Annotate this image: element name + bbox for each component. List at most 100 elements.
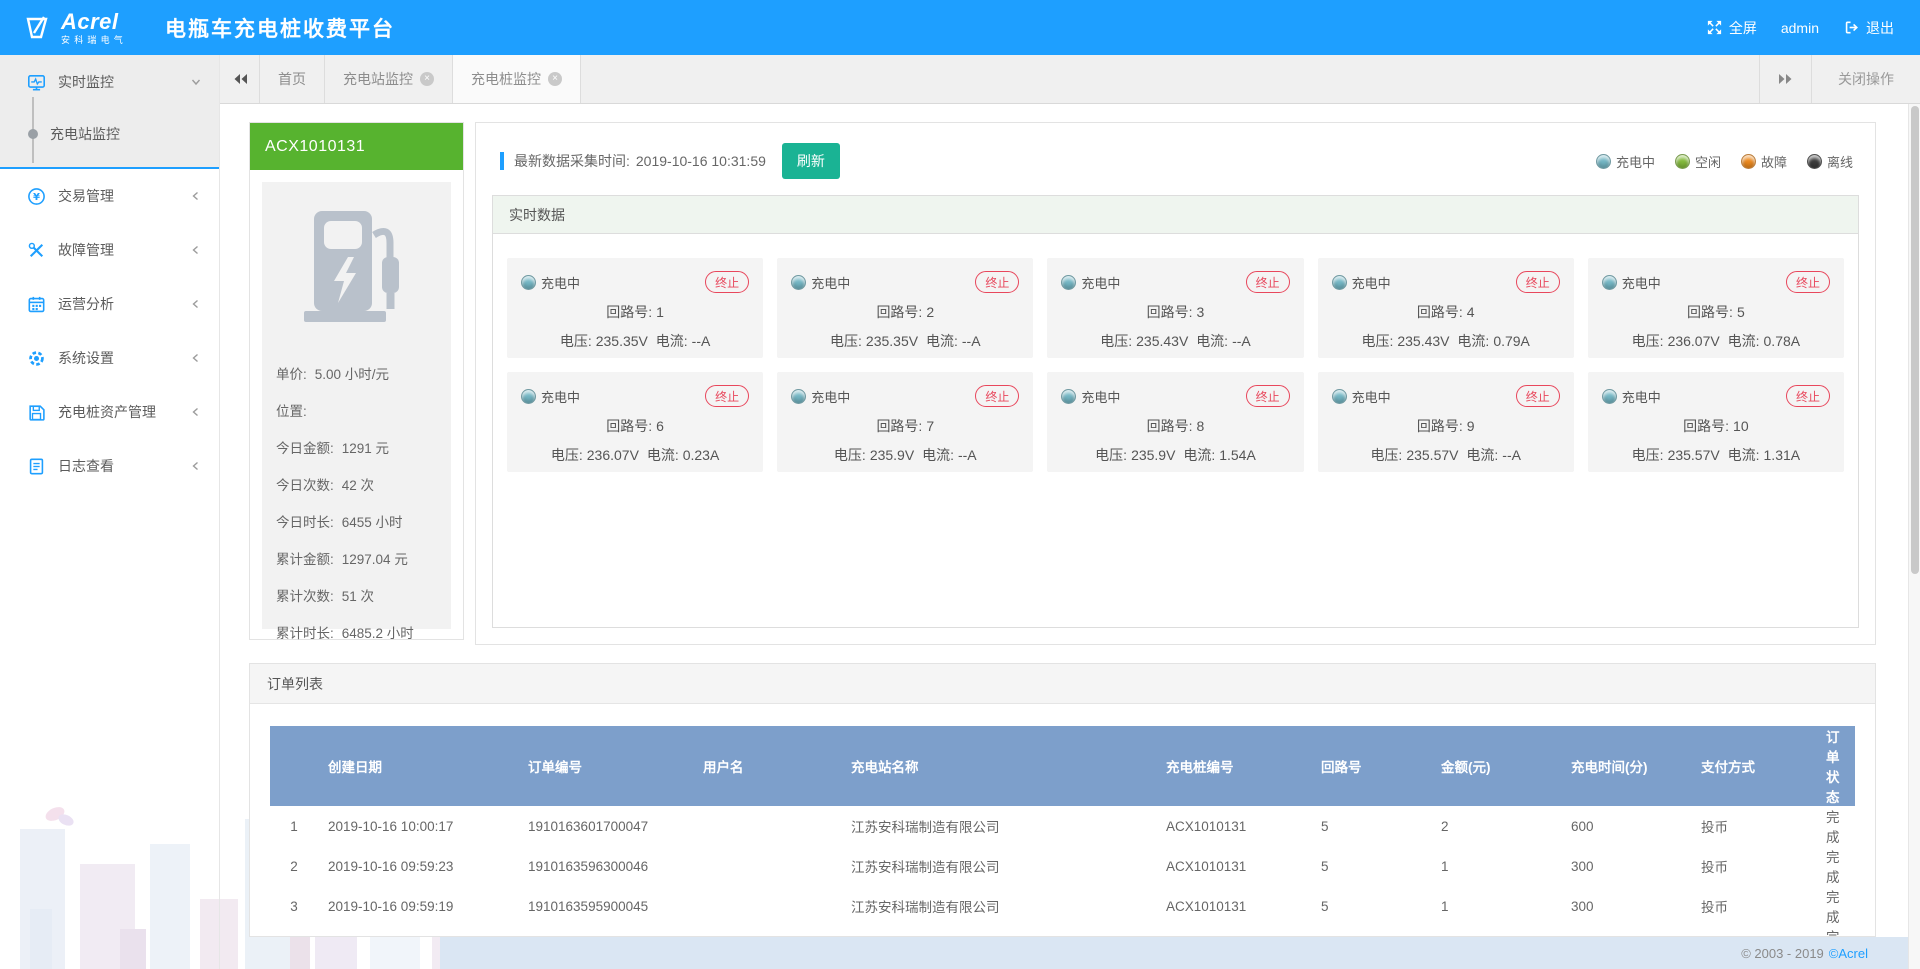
gear-icon xyxy=(26,348,46,368)
column-header: 支付方式 xyxy=(1691,726,1816,806)
cell-status: 完成 xyxy=(1816,886,1855,926)
cell-pile-id: ACX1010131 xyxy=(1156,926,1311,937)
refresh-time-value: 2019-10-16 10:31:59 xyxy=(636,153,766,169)
sidebar-subitem-station-monitor[interactable]: 充电站监控 xyxy=(0,109,219,159)
channel-status-label: 充电中 xyxy=(1352,387,1391,406)
channel-status-label: 充电中 xyxy=(541,387,580,406)
cell-status: 完成 xyxy=(1816,806,1855,846)
circuit-label: 回路号: xyxy=(606,304,652,320)
chevron-down-icon xyxy=(189,75,203,89)
circuit-label: 回路号: xyxy=(1687,304,1733,320)
stat-label: 累计时长: xyxy=(276,622,334,642)
charging-pile-icon xyxy=(298,207,416,333)
tab-label: 充电桩监控 xyxy=(471,69,541,89)
terminate-button[interactable]: 终止 xyxy=(705,271,749,293)
brand-link[interactable]: ©Acrel xyxy=(1829,946,1868,961)
refresh-button[interactable]: 刷新 xyxy=(782,143,840,179)
current-label: 电流: xyxy=(922,447,954,463)
cell-duration: 300 xyxy=(1561,846,1691,886)
voltage-value: 235.9V xyxy=(1131,447,1175,463)
terminate-button[interactable]: 终止 xyxy=(1786,385,1830,407)
table-row: 2 2019-10-16 09:59:23 1910163596300046 江… xyxy=(270,846,1855,886)
circuit-label: 回路号: xyxy=(606,418,652,434)
cell-create-date: 2019-10-16 09:59:14 xyxy=(318,926,518,937)
sidebar-item-logs[interactable]: 日志查看 xyxy=(0,439,219,493)
stat-label: 今日次数: xyxy=(276,474,334,494)
column-header: 充电桩编号 xyxy=(1156,726,1311,806)
circuit-number: 7 xyxy=(926,418,934,434)
cell-pile-id: ACX1010131 xyxy=(1156,806,1311,846)
voltage-label: 电压: xyxy=(834,447,866,463)
terminate-button[interactable]: 终止 xyxy=(705,385,749,407)
scrollbar-thumb[interactable] xyxy=(1911,106,1919,574)
username-menu[interactable]: admin xyxy=(1781,20,1819,36)
current-label: 电流: xyxy=(656,333,688,349)
tab-close-icon[interactable]: × xyxy=(548,72,562,86)
charging-status-icon xyxy=(1332,275,1347,290)
tabs-scroll-left-button[interactable] xyxy=(220,55,260,103)
cell-circuit: 5 xyxy=(1311,806,1431,846)
username-label: admin xyxy=(1781,20,1819,36)
cell-username xyxy=(693,806,841,846)
current-value: 1.31A xyxy=(1764,447,1801,463)
timeline-dot-icon xyxy=(28,129,38,139)
cell-station-name: 江苏安科瑞制造有限公司 xyxy=(841,806,1156,846)
stat-label: 今日金额: xyxy=(276,437,334,457)
terminate-button[interactable]: 终止 xyxy=(1786,271,1830,293)
tabs-scroll-right-button[interactable] xyxy=(1759,55,1811,103)
status-legend: 充电中 空闲 故障 离线 xyxy=(1596,152,1853,171)
sidebar-item-analytics[interactable]: 运营分析 xyxy=(0,277,219,331)
terminate-button[interactable]: 终止 xyxy=(1246,271,1290,293)
device-stats: 单价: 5.00 小时/元 位置: 今日金额: 1291 元 xyxy=(262,340,451,650)
stat-label: 累计金额: xyxy=(276,548,334,568)
sidebar-item-label: 交易管理 xyxy=(58,186,189,206)
channel-status-label: 充电中 xyxy=(541,273,580,292)
sidebar-item-settings[interactable]: 系统设置 xyxy=(0,331,219,385)
charging-status-icon xyxy=(521,275,536,290)
legend-label: 故障 xyxy=(1761,152,1787,171)
channel-cards: 充电中 终止 回路号:1 电压:235.35V 电流:--A xyxy=(493,234,1858,496)
terminate-button[interactable]: 终止 xyxy=(1246,385,1290,407)
terminate-button[interactable]: 终止 xyxy=(975,385,1019,407)
channel-status-label: 充电中 xyxy=(811,273,850,292)
monitor-icon xyxy=(26,72,46,92)
tab-pile-monitor[interactable]: 充电桩监控 × xyxy=(453,55,581,103)
channel-card: 充电中 终止 回路号:3 电压:235.43V 电流:--A xyxy=(1047,258,1303,358)
voltage-value: 235.57V xyxy=(1668,447,1720,463)
sidebar-item-transaction[interactable]: ¥ 交易管理 xyxy=(0,169,219,223)
channel-card: 充电中 终止 回路号:8 电压:235.9V 电流:1.54A xyxy=(1047,372,1303,472)
current-value: 0.79A xyxy=(1493,333,1530,349)
terminate-button[interactable]: 终止 xyxy=(1516,271,1560,293)
tab-home[interactable]: 首页 xyxy=(260,55,325,103)
cell-station-name: 江苏安科瑞制造有限公司 xyxy=(841,926,1156,937)
stat-line: 今日金额: 1291 元 xyxy=(276,428,437,465)
charging-status-icon xyxy=(1602,389,1617,404)
cell-order-number: 1910163595400044 xyxy=(518,926,693,937)
legend-offline: 离线 xyxy=(1807,152,1853,171)
column-header: 回路号 xyxy=(1311,726,1431,806)
cell-create-date: 2019-10-16 10:00:17 xyxy=(318,806,518,846)
close-operations-dropdown[interactable]: 关闭操作 xyxy=(1811,55,1920,103)
transaction-icon: ¥ xyxy=(26,186,46,206)
current-value: --A xyxy=(1232,333,1251,349)
tab-station-monitor[interactable]: 充电站监控 × xyxy=(325,55,453,103)
stat-line: 今日时长: 6455 小时 xyxy=(276,502,437,539)
sidebar-item-fault[interactable]: 故障管理 xyxy=(0,223,219,277)
voltage-value: 235.9V xyxy=(870,447,914,463)
logout-icon xyxy=(1843,19,1860,36)
acrel-logo: Acrel 安科瑞电气 xyxy=(24,11,127,45)
terminate-button[interactable]: 终止 xyxy=(975,271,1019,293)
voltage-value: 235.57V xyxy=(1406,447,1458,463)
logout-button[interactable]: 退出 xyxy=(1843,18,1894,38)
cell-duration: 600 xyxy=(1561,806,1691,846)
charging-status-icon xyxy=(1332,389,1347,404)
fullscreen-button[interactable]: 全屏 xyxy=(1706,18,1757,38)
circuit-number: 5 xyxy=(1737,304,1745,320)
voltage-value: 235.35V xyxy=(596,333,648,349)
sidebar-item-pile-assets[interactable]: 充电桩资产管理 xyxy=(0,385,219,439)
tab-close-icon[interactable]: × xyxy=(420,72,434,86)
charging-status-icon xyxy=(1602,275,1617,290)
column-header: 用户名 xyxy=(693,726,841,806)
terminate-button[interactable]: 终止 xyxy=(1516,385,1560,407)
legend-fault: 故障 xyxy=(1741,152,1787,171)
